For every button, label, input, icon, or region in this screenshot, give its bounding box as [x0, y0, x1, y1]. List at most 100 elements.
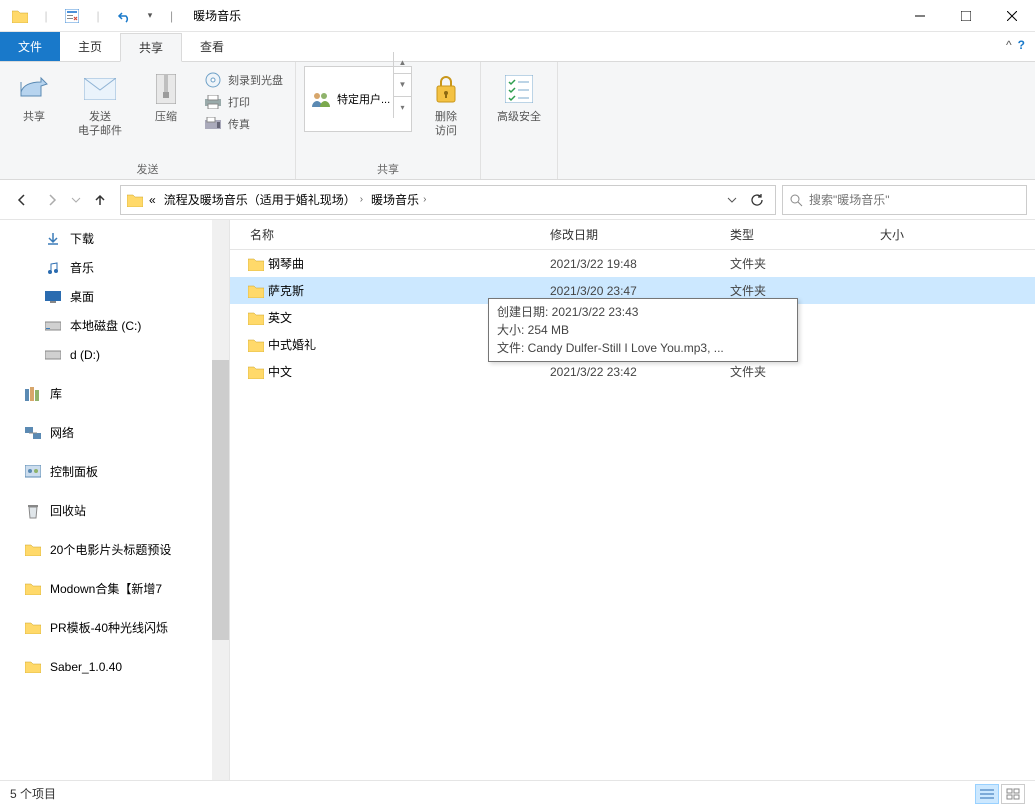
- back-button[interactable]: [8, 186, 36, 214]
- breadcrumb-prefix[interactable]: «: [145, 186, 160, 214]
- file-date: 2021/3/20 23:47: [550, 284, 730, 298]
- nav-scrollbar-thumb[interactable]: [212, 360, 229, 640]
- breadcrumb-item-2[interactable]: 暖场音乐›: [367, 186, 430, 214]
- specific-user-label: 特定用户...: [337, 91, 390, 107]
- share-icon: [19, 72, 49, 106]
- zip-icon: [156, 72, 176, 106]
- sidebar-item-network[interactable]: 网络: [0, 418, 229, 447]
- file-type: 文件夹: [730, 255, 880, 272]
- printer-icon: [204, 95, 222, 109]
- folder-icon: [244, 311, 268, 325]
- tab-share[interactable]: 共享: [120, 33, 182, 62]
- fax-button[interactable]: 传真: [200, 114, 287, 134]
- status-item-count: 5 个项目: [10, 785, 56, 802]
- undo-icon[interactable]: [112, 4, 136, 28]
- share-gallery[interactable]: 特定用户... ▲ ▼ ▾: [304, 66, 412, 132]
- file-date: 2021/3/22 23:42: [550, 365, 730, 379]
- sidebar-item-music[interactable]: 音乐: [0, 253, 229, 282]
- address-bar[interactable]: « 流程及暖场音乐（适用于婚礼现场）› 暖场音乐›: [120, 185, 776, 215]
- help-icon[interactable]: ?: [1018, 38, 1025, 52]
- sidebar-item-libraries[interactable]: 库: [0, 379, 229, 408]
- email-label: 发送 电子邮件: [78, 110, 122, 139]
- properties-icon[interactable]: [60, 4, 84, 28]
- burn-label: 刻录到光盘: [228, 72, 283, 88]
- folder-icon: [24, 544, 42, 556]
- ribbon-group-sharewith-label: 共享: [377, 161, 399, 177]
- close-button[interactable]: [989, 0, 1035, 32]
- remove-access-button[interactable]: 删除 访问: [420, 66, 472, 139]
- tooltip-line: 文件: Candy Dulfer-Still I Love You.mp3, .…: [497, 339, 789, 357]
- sidebar-item-recycle-bin[interactable]: 回收站: [0, 496, 229, 525]
- remove-access-label: 删除 访问: [435, 110, 457, 139]
- sidebar-item-label: 库: [50, 385, 62, 402]
- tab-view[interactable]: 查看: [182, 32, 242, 61]
- print-button[interactable]: 打印: [200, 92, 287, 112]
- control-panel-icon: [24, 465, 42, 479]
- folder-icon: [125, 193, 145, 207]
- sidebar-item-folder-3[interactable]: PR模板-40种光线闪烁: [0, 613, 229, 642]
- column-name[interactable]: 名称: [230, 226, 550, 243]
- sidebar-item-folder-1[interactable]: 20个电影片头标题预设: [0, 535, 229, 564]
- sidebar-item-label: 20个电影片头标题预设: [50, 541, 171, 558]
- address-bar-row: « 流程及暖场音乐（适用于婚礼现场）› 暖场音乐›: [0, 180, 1035, 220]
- search-input[interactable]: [809, 193, 1020, 207]
- window-controls: [897, 0, 1035, 32]
- up-button[interactable]: [86, 186, 114, 214]
- sidebar-item-folder-4[interactable]: Saber_1.0.40: [0, 652, 229, 681]
- file-name: 中文: [268, 363, 550, 380]
- sidebar-item-disk-c[interactable]: 本地磁盘 (C:): [0, 311, 229, 340]
- sidebar-item-disk-d[interactable]: d (D:): [0, 340, 229, 369]
- tab-home[interactable]: 主页: [60, 32, 120, 61]
- column-date[interactable]: 修改日期: [550, 226, 730, 243]
- zip-button[interactable]: 压缩: [140, 66, 192, 124]
- quick-access-toolbar: | | ▾ | 暖场音乐: [0, 4, 241, 28]
- title-separator: |: [170, 9, 173, 23]
- status-bar: 5 个项目: [0, 780, 1035, 806]
- disc-icon: [204, 72, 222, 88]
- sidebar-item-downloads[interactable]: 下载: [0, 224, 229, 253]
- column-size[interactable]: 大小: [880, 226, 1035, 243]
- network-icon: [24, 426, 42, 440]
- table-row[interactable]: 中文2021/3/22 23:42文件夹: [230, 358, 1035, 385]
- nav-scrollbar[interactable]: [212, 220, 229, 780]
- tab-file[interactable]: 文件: [0, 32, 60, 61]
- share-button[interactable]: 共享: [8, 66, 60, 124]
- zip-label: 压缩: [155, 110, 177, 124]
- file-type: 文件夹: [730, 282, 880, 299]
- recycle-bin-icon: [24, 503, 42, 519]
- sidebar-item-label: 网络: [50, 424, 74, 441]
- sidebar-item-folder-2[interactable]: Modown合集【新增7: [0, 574, 229, 603]
- share-label: 共享: [23, 110, 45, 124]
- breadcrumb-item-1[interactable]: 流程及暖场音乐（适用于婚礼现场）›: [160, 186, 367, 214]
- table-row[interactable]: 钢琴曲2021/3/22 19:48文件夹: [230, 250, 1035, 277]
- view-icons-button[interactable]: [1001, 784, 1025, 804]
- sidebar-item-label: Saber_1.0.40: [50, 660, 122, 674]
- tooltip-line: 大小: 254 MB: [497, 321, 789, 339]
- email-button[interactable]: 发送 电子邮件: [68, 66, 132, 139]
- refresh-button[interactable]: [743, 186, 771, 214]
- window-title: 暖场音乐: [193, 7, 241, 24]
- sidebar-item-label: PR模板-40种光线闪烁: [50, 619, 168, 636]
- burn-button[interactable]: 刻录到光盘: [200, 70, 287, 90]
- recent-dropdown[interactable]: [68, 186, 84, 214]
- search-box[interactable]: [782, 185, 1027, 215]
- forward-button[interactable]: [38, 186, 66, 214]
- ribbon-collapse-icon[interactable]: ^: [1006, 38, 1012, 52]
- sidebar-item-label: 本地磁盘 (C:): [70, 317, 141, 334]
- address-dropdown[interactable]: [721, 186, 743, 214]
- sidebar-item-control-panel[interactable]: 控制面板: [0, 457, 229, 486]
- sidebar-item-desktop[interactable]: 桌面: [0, 282, 229, 311]
- column-type[interactable]: 类型: [730, 226, 880, 243]
- file-list: 名称 修改日期 类型 大小 钢琴曲2021/3/22 19:48文件夹萨克斯20…: [230, 220, 1035, 780]
- sidebar-item-label: d (D:): [70, 348, 100, 362]
- sidebar-item-label: 下载: [70, 230, 94, 247]
- advanced-security-button[interactable]: 高级安全: [489, 66, 549, 124]
- minimize-button[interactable]: [897, 0, 943, 32]
- qat-separator: |: [34, 4, 58, 28]
- qat-dropdown-icon[interactable]: ▾: [138, 4, 162, 28]
- view-switcher: [975, 784, 1025, 804]
- maximize-button[interactable]: [943, 0, 989, 32]
- ribbon: 共享 发送 电子邮件 压缩 刻录到光盘 打印: [0, 62, 1035, 180]
- view-details-button[interactable]: [975, 784, 999, 804]
- folder-icon: [8, 4, 32, 28]
